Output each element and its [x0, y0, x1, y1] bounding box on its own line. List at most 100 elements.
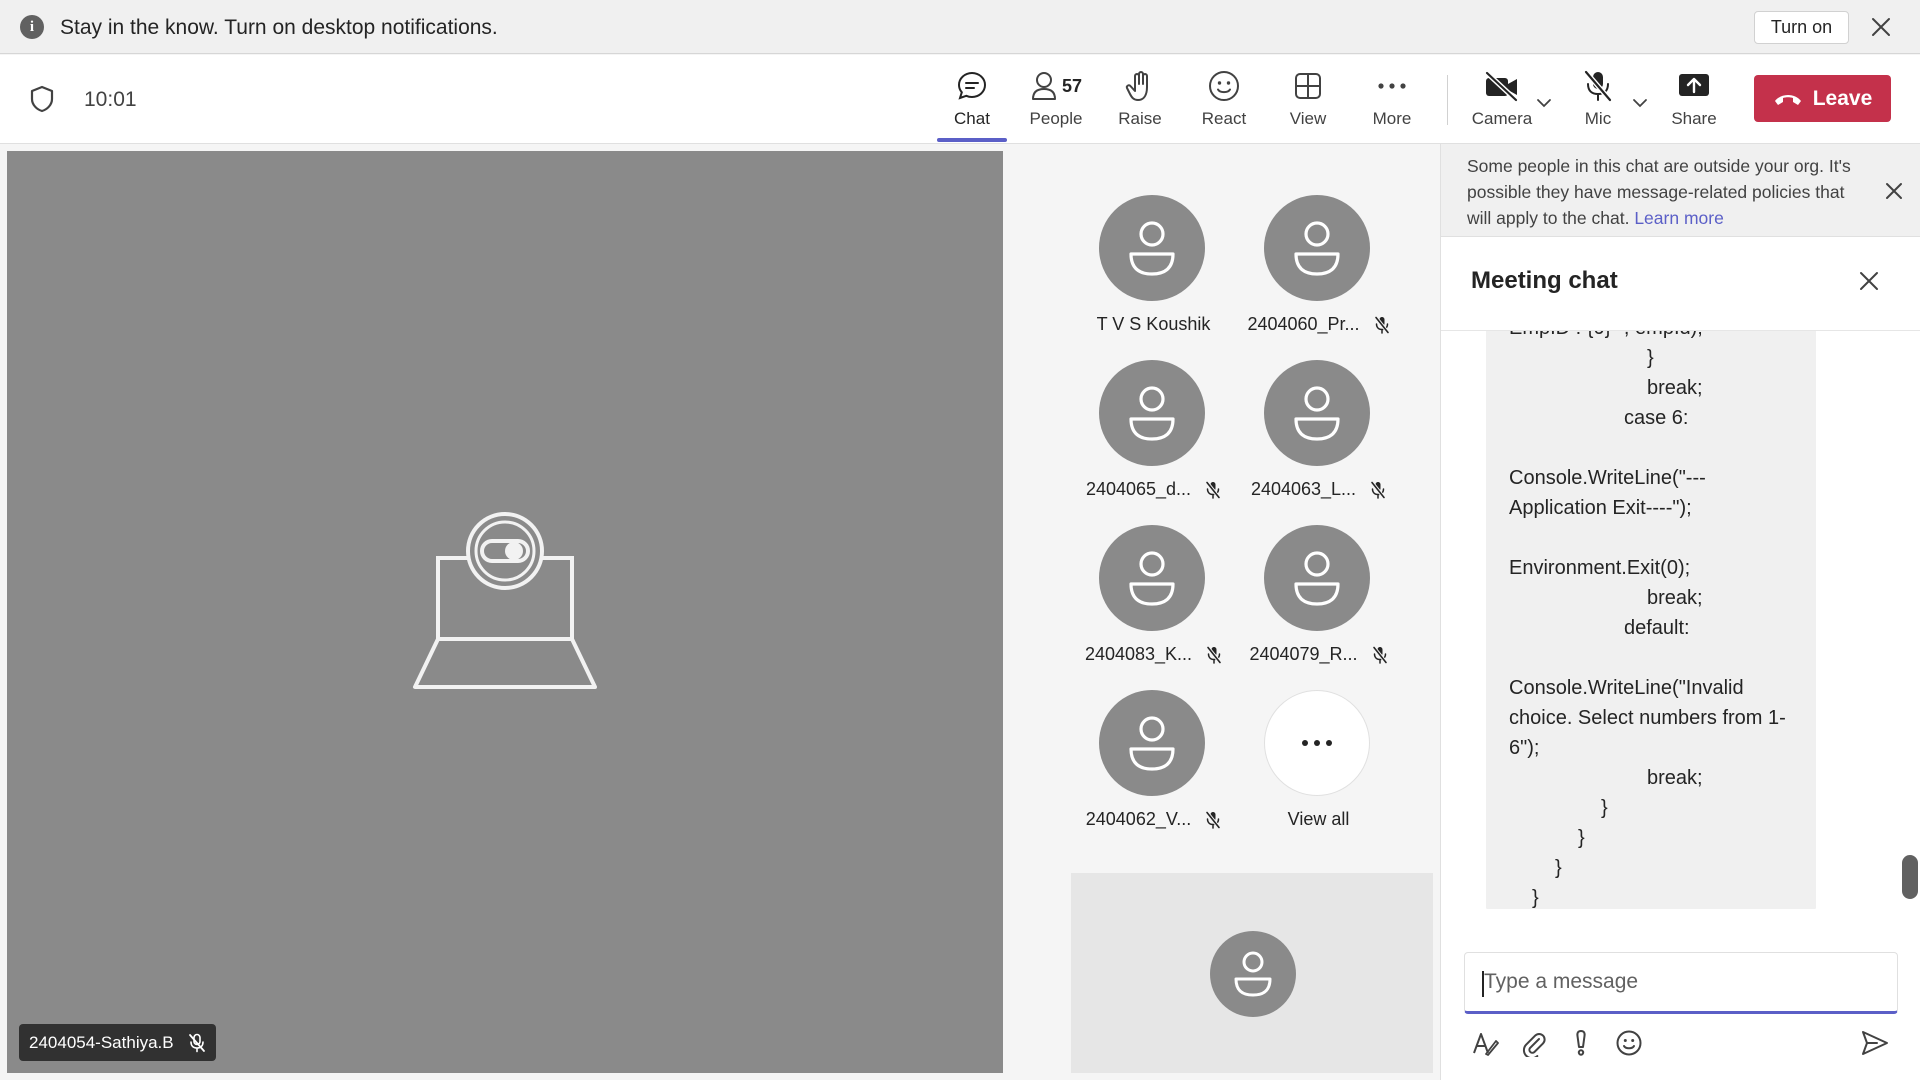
participant-tile[interactable]: 2404063_L... — [1236, 348, 1401, 500]
emoji-icon[interactable] — [1613, 1027, 1645, 1059]
important-icon[interactable] — [1565, 1027, 1597, 1059]
close-chat-icon[interactable] — [1855, 267, 1883, 295]
turn-on-notifications-button[interactable]: Turn on — [1754, 11, 1849, 44]
participant-tile[interactable]: 2404062_V... — [1071, 678, 1236, 829]
avatar — [1210, 931, 1296, 1017]
code-line: EmpID : {0}" , empId); — [1509, 331, 1703, 340]
participant-name: View all — [1287, 809, 1350, 829]
mic-muted-icon — [1206, 645, 1222, 664]
mic-label: Mic — [1584, 109, 1612, 128]
format-icon[interactable] — [1469, 1027, 1501, 1059]
participant-name: 2404060_Pr... — [1247, 314, 1360, 334]
more-button[interactable]: More — [1349, 67, 1435, 133]
participant-name-row: 2404065_d... — [1071, 479, 1236, 500]
attach-icon[interactable] — [1517, 1027, 1549, 1059]
more-icon — [1377, 67, 1407, 105]
participant-name: 2404083_K... — [1084, 644, 1193, 664]
participant-name-row: 2404060_Pr... — [1236, 314, 1401, 335]
people-label: People — [1029, 109, 1083, 128]
avatar — [1264, 525, 1370, 631]
code-line: Console.WriteLine("Invalid — [1509, 677, 1744, 699]
avatar — [1099, 690, 1205, 796]
share-button[interactable]: Share — [1651, 67, 1737, 133]
code-line: } — [1555, 857, 1562, 879]
shield-icon[interactable] — [28, 84, 56, 114]
close-banner-icon[interactable] — [1883, 180, 1905, 202]
mic-muted-icon — [1205, 810, 1221, 829]
info-icon: i — [20, 15, 44, 39]
speaker-name-tag: 2404054-Sathiya.B — [19, 1024, 216, 1061]
self-view-tile[interactable] — [1071, 873, 1433, 1073]
notification-text: Stay in the know. Turn on desktop notifi… — [60, 16, 498, 39]
code-line: Application Exit----"); — [1509, 497, 1692, 519]
react-label: React — [1201, 109, 1247, 128]
view-all-tile[interactable]: View all — [1236, 678, 1401, 830]
participant-name-row: T V S Koushik — [1071, 314, 1236, 335]
people-count: 57 — [1061, 75, 1083, 96]
participant-name: 2404065_d... — [1085, 479, 1192, 499]
learn-more-link[interactable]: Learn more — [1634, 208, 1724, 228]
camera-off-illustration — [410, 511, 600, 691]
mic-muted-icon — [188, 1033, 206, 1053]
mic-muted-icon — [1374, 315, 1390, 334]
code-line: 6"); — [1509, 737, 1540, 759]
code-line: } — [1578, 827, 1585, 849]
chat-icon — [955, 67, 989, 105]
more-label: More — [1372, 109, 1412, 128]
view-label: View — [1289, 109, 1327, 128]
participant-tile[interactable]: 2404060_Pr... — [1236, 183, 1401, 335]
participant-name-row: 2404079_R... — [1236, 644, 1401, 665]
meeting-toolbar: 10:01 Chat 57 People Raise React View Mo… — [0, 55, 1920, 144]
avatar — [1099, 195, 1205, 301]
camera-label: Camera — [1471, 109, 1533, 128]
react-button[interactable]: React — [1181, 67, 1267, 133]
chat-scrollbar[interactable] — [1902, 855, 1918, 899]
participant-name: 2404063_L... — [1250, 479, 1357, 499]
meeting-chat-panel: Some people in this chat are outside you… — [1440, 144, 1920, 1080]
code-line: Console.WriteLine("--- — [1509, 467, 1706, 489]
participant-name: 2404062_V... — [1085, 809, 1192, 829]
mic-muted-icon — [1372, 645, 1388, 664]
raise-hand-button[interactable]: Raise — [1097, 67, 1183, 133]
speaker-name: 2404054-Sathiya.B — [29, 1032, 174, 1052]
meeting-timer: 10:01 — [84, 88, 137, 111]
participant-name-row: View all — [1236, 809, 1401, 830]
participant-name: T V S Koushik — [1096, 314, 1211, 334]
code-line: choice. Select numbers from 1- — [1509, 707, 1786, 729]
notification-bar: i Stay in the know. Turn on desktop noti… — [0, 0, 1920, 54]
participant-tile[interactable]: 2404079_R... — [1236, 513, 1401, 665]
avatar — [1099, 360, 1205, 466]
mic-muted-icon — [1370, 480, 1386, 499]
main-video-stage[interactable]: 2404054-Sathiya.B — [7, 151, 1003, 1073]
raise-hand-icon — [1124, 67, 1156, 105]
close-notification-icon[interactable] — [1868, 14, 1894, 40]
mic-muted-icon — [1205, 480, 1221, 499]
leave-button[interactable]: Leave — [1754, 75, 1891, 122]
message-bubble[interactable]: EmpID : {0}" , empId);} break; case 6: Cons… — [1486, 331, 1816, 909]
external-org-banner: Some people in this chat are outside you… — [1441, 144, 1920, 237]
camera-options-chevron-icon[interactable] — [1536, 95, 1552, 111]
participant-tile[interactable]: 2404083_K... — [1071, 513, 1236, 664]
people-icon — [1030, 70, 1058, 102]
code-line: break; — [1647, 767, 1703, 789]
message-input[interactable]: Type a message — [1484, 970, 1638, 994]
code-line: break; — [1647, 587, 1703, 609]
grid-view-icon — [1292, 67, 1324, 105]
people-button[interactable]: 57 People — [1013, 67, 1099, 133]
participant-tile[interactable]: T V S Koushik — [1071, 183, 1236, 335]
message-list[interactable]: EmpID : {0}" , empId);} break; case 6: Cons… — [1441, 331, 1920, 909]
compose-box[interactable]: Type a message — [1464, 952, 1898, 1014]
share-screen-icon — [1677, 67, 1711, 105]
chat-button[interactable]: Chat — [929, 67, 1015, 133]
view-button[interactable]: View — [1265, 67, 1351, 133]
code-line: } — [1647, 347, 1654, 369]
send-icon[interactable] — [1859, 1027, 1891, 1059]
avatar — [1264, 360, 1370, 466]
mic-button[interactable]: Mic — [1555, 67, 1641, 133]
participant-tile[interactable]: 2404065_d... — [1071, 348, 1236, 500]
participant-name-row: 2404063_L... — [1236, 479, 1401, 500]
camera-button[interactable]: Camera — [1459, 67, 1545, 133]
mic-options-chevron-icon[interactable] — [1632, 95, 1648, 111]
mic-off-icon — [1582, 67, 1614, 105]
chat-header: Meeting chat — [1441, 237, 1920, 331]
